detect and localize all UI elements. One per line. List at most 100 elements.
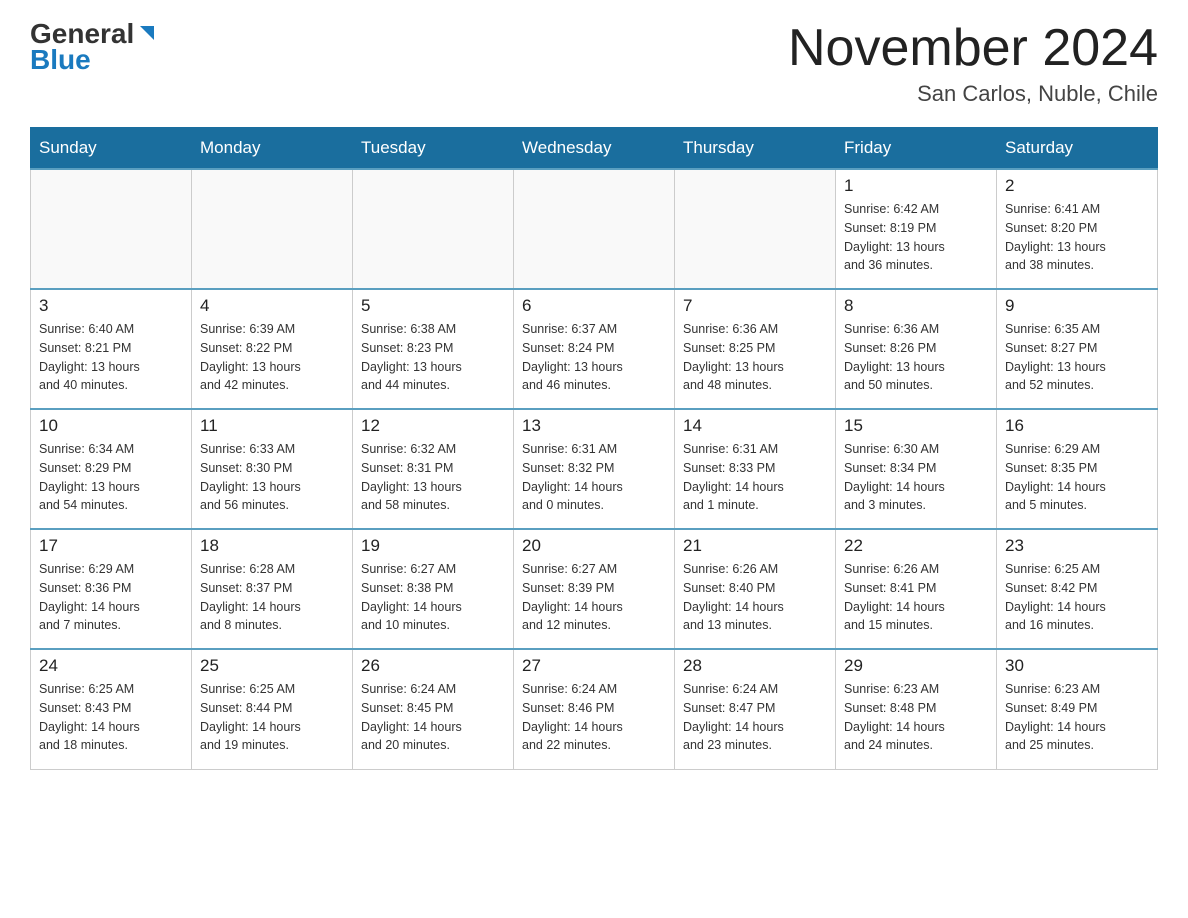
day-number: 2 — [1005, 176, 1149, 196]
day-of-week-header-sunday: Sunday — [31, 128, 192, 170]
calendar-cell: 11 Sunrise: 6:33 AM Sunset: 8:30 PM Dayli… — [192, 409, 353, 529]
day-number: 20 — [522, 536, 666, 556]
day-number: 21 — [683, 536, 827, 556]
month-title: November 2024 — [788, 20, 1158, 77]
day-number: 30 — [1005, 656, 1149, 676]
day-info: Sunrise: 6:33 AM Sunset: 8:30 PM Dayligh… — [200, 440, 344, 515]
calendar-cell: 22 Sunrise: 6:26 AM Sunset: 8:41 PM Dayli… — [836, 529, 997, 649]
calendar-cell — [192, 169, 353, 289]
day-number: 13 — [522, 416, 666, 436]
day-number: 4 — [200, 296, 344, 316]
day-info: Sunrise: 6:41 AM Sunset: 8:20 PM Dayligh… — [1005, 200, 1149, 275]
day-info: Sunrise: 6:42 AM Sunset: 8:19 PM Dayligh… — [844, 200, 988, 275]
day-number: 12 — [361, 416, 505, 436]
page-header: General Blue November 2024 San Carlos, N… — [30, 20, 1158, 107]
day-number: 10 — [39, 416, 183, 436]
calendar-cell: 26Sunrise: 6:24 AM Sunset: 8:45 PM Dayli… — [353, 649, 514, 769]
day-info: Sunrise: 6:29 AM Sunset: 8:36 PM Dayligh… — [39, 560, 183, 635]
calendar-cell: 12Sunrise: 6:32 AM Sunset: 8:31 PM Dayli… — [353, 409, 514, 529]
day-of-week-header-friday: Friday — [836, 128, 997, 170]
calendar-header-row: SundayMondayTuesdayWednesdayThursdayFrid… — [31, 128, 1158, 170]
day-number: 19 — [361, 536, 505, 556]
calendar-cell: 8 Sunrise: 6:36 AM Sunset: 8:26 PM Daylig… — [836, 289, 997, 409]
day-info: Sunrise: 6:34 AM Sunset: 8:29 PM Dayligh… — [39, 440, 183, 515]
calendar-cell: 5 Sunrise: 6:38 AM Sunset: 8:23 PM Daylig… — [353, 289, 514, 409]
day-number: 17 — [39, 536, 183, 556]
day-number: 5 — [361, 296, 505, 316]
calendar-body: 1 Sunrise: 6:42 AM Sunset: 8:19 PM Daylig… — [31, 169, 1158, 769]
calendar-cell: 30Sunrise: 6:23 AM Sunset: 8:49 PM Dayli… — [997, 649, 1158, 769]
logo: General Blue — [30, 20, 158, 76]
day-number: 3 — [39, 296, 183, 316]
day-info: Sunrise: 6:24 AM Sunset: 8:45 PM Dayligh… — [361, 680, 505, 755]
calendar-week-row: 1 Sunrise: 6:42 AM Sunset: 8:19 PM Daylig… — [31, 169, 1158, 289]
day-number: 16 — [1005, 416, 1149, 436]
day-of-week-header-saturday: Saturday — [997, 128, 1158, 170]
day-info: Sunrise: 6:26 AM Sunset: 8:40 PM Dayligh… — [683, 560, 827, 635]
day-number: 15 — [844, 416, 988, 436]
day-number: 28 — [683, 656, 827, 676]
calendar-cell: 19 Sunrise: 6:27 AM Sunset: 8:38 PM Dayli… — [353, 529, 514, 649]
day-number: 6 — [522, 296, 666, 316]
calendar-week-row: 17 Sunrise: 6:29 AM Sunset: 8:36 PM Dayli… — [31, 529, 1158, 649]
day-info: Sunrise: 6:38 AM Sunset: 8:23 PM Dayligh… — [361, 320, 505, 395]
day-info: Sunrise: 6:27 AM Sunset: 8:38 PM Dayligh… — [361, 560, 505, 635]
calendar-cell: 15 Sunrise: 6:30 AM Sunset: 8:34 PM Dayli… — [836, 409, 997, 529]
day-info: Sunrise: 6:24 AM Sunset: 8:46 PM Dayligh… — [522, 680, 666, 755]
day-info: Sunrise: 6:35 AM Sunset: 8:27 PM Dayligh… — [1005, 320, 1149, 395]
calendar-cell: 16 Sunrise: 6:29 AM Sunset: 8:35 PM Dayli… — [997, 409, 1158, 529]
day-info: Sunrise: 6:40 AM Sunset: 8:21 PM Dayligh… — [39, 320, 183, 395]
day-of-week-header-wednesday: Wednesday — [514, 128, 675, 170]
day-info: Sunrise: 6:25 AM Sunset: 8:42 PM Dayligh… — [1005, 560, 1149, 635]
day-number: 27 — [522, 656, 666, 676]
day-info: Sunrise: 6:24 AM Sunset: 8:47 PM Dayligh… — [683, 680, 827, 755]
calendar-cell: 29 Sunrise: 6:23 AM Sunset: 8:48 PM Dayli… — [836, 649, 997, 769]
logo-text-blue: Blue — [30, 44, 91, 76]
calendar-cell: 25 Sunrise: 6:25 AM Sunset: 8:44 PM Dayli… — [192, 649, 353, 769]
calendar-cell: 17 Sunrise: 6:29 AM Sunset: 8:36 PM Dayli… — [31, 529, 192, 649]
day-number: 25 — [200, 656, 344, 676]
logo-triangle-icon — [136, 22, 158, 44]
day-info: Sunrise: 6:36 AM Sunset: 8:26 PM Dayligh… — [844, 320, 988, 395]
location: San Carlos, Nuble, Chile — [788, 81, 1158, 107]
calendar-cell: 21 Sunrise: 6:26 AM Sunset: 8:40 PM Dayli… — [675, 529, 836, 649]
day-number: 7 — [683, 296, 827, 316]
calendar-week-row: 24 Sunrise: 6:25 AM Sunset: 8:43 PM Dayli… — [31, 649, 1158, 769]
calendar-week-row: 10 Sunrise: 6:34 AM Sunset: 8:29 PM Dayli… — [31, 409, 1158, 529]
calendar-cell: 1 Sunrise: 6:42 AM Sunset: 8:19 PM Daylig… — [836, 169, 997, 289]
calendar-week-row: 3 Sunrise: 6:40 AM Sunset: 8:21 PM Daylig… — [31, 289, 1158, 409]
day-info: Sunrise: 6:23 AM Sunset: 8:48 PM Dayligh… — [844, 680, 988, 755]
calendar-cell: 23 Sunrise: 6:25 AM Sunset: 8:42 PM Dayli… — [997, 529, 1158, 649]
calendar-cell: 7Sunrise: 6:36 AM Sunset: 8:25 PM Daylig… — [675, 289, 836, 409]
day-info: Sunrise: 6:25 AM Sunset: 8:43 PM Dayligh… — [39, 680, 183, 755]
title-area: November 2024 San Carlos, Nuble, Chile — [788, 20, 1158, 107]
calendar-cell: 24 Sunrise: 6:25 AM Sunset: 8:43 PM Dayli… — [31, 649, 192, 769]
day-info: Sunrise: 6:25 AM Sunset: 8:44 PM Dayligh… — [200, 680, 344, 755]
day-info: Sunrise: 6:26 AM Sunset: 8:41 PM Dayligh… — [844, 560, 988, 635]
day-number: 22 — [844, 536, 988, 556]
day-info: Sunrise: 6:31 AM Sunset: 8:32 PM Dayligh… — [522, 440, 666, 515]
calendar-cell: 6Sunrise: 6:37 AM Sunset: 8:24 PM Daylig… — [514, 289, 675, 409]
day-info: Sunrise: 6:39 AM Sunset: 8:22 PM Dayligh… — [200, 320, 344, 395]
calendar-cell: 14Sunrise: 6:31 AM Sunset: 8:33 PM Dayli… — [675, 409, 836, 529]
day-info: Sunrise: 6:28 AM Sunset: 8:37 PM Dayligh… — [200, 560, 344, 635]
day-number: 8 — [844, 296, 988, 316]
calendar-cell: 20 Sunrise: 6:27 AM Sunset: 8:39 PM Dayli… — [514, 529, 675, 649]
day-number: 24 — [39, 656, 183, 676]
day-number: 9 — [1005, 296, 1149, 316]
calendar-cell — [675, 169, 836, 289]
day-of-week-header-tuesday: Tuesday — [353, 128, 514, 170]
day-info: Sunrise: 6:31 AM Sunset: 8:33 PM Dayligh… — [683, 440, 827, 515]
day-number: 23 — [1005, 536, 1149, 556]
day-of-week-header-monday: Monday — [192, 128, 353, 170]
day-number: 18 — [200, 536, 344, 556]
day-info: Sunrise: 6:29 AM Sunset: 8:35 PM Dayligh… — [1005, 440, 1149, 515]
calendar-cell — [514, 169, 675, 289]
day-number: 29 — [844, 656, 988, 676]
day-info: Sunrise: 6:30 AM Sunset: 8:34 PM Dayligh… — [844, 440, 988, 515]
day-of-week-header-thursday: Thursday — [675, 128, 836, 170]
calendar-cell: 13 Sunrise: 6:31 AM Sunset: 8:32 PM Dayli… — [514, 409, 675, 529]
day-number: 1 — [844, 176, 988, 196]
day-number: 11 — [200, 416, 344, 436]
day-info: Sunrise: 6:27 AM Sunset: 8:39 PM Dayligh… — [522, 560, 666, 635]
